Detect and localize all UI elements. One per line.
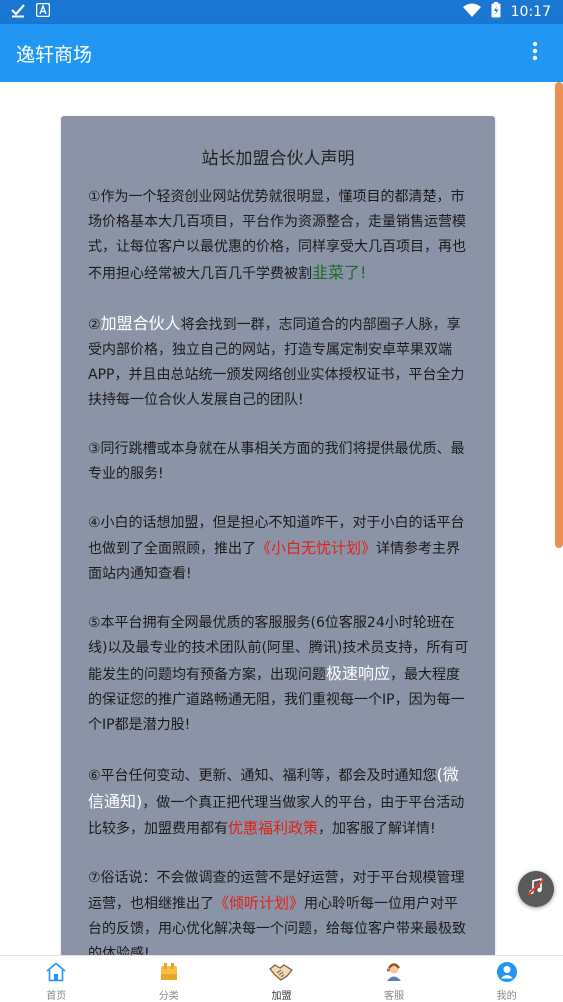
highlight-text: 《小白无忧计划》 [256, 539, 377, 557]
nav-label-service: 客服 [384, 991, 405, 1002]
card-body: ①作为一个轻资创业网站优势就很明显，懂项目的都清楚，市场价格基本大几百项目，平台… [61, 169, 495, 955]
statement-card: 站长加盟合伙人声明 ①作为一个轻资创业网站优势就很明显，懂项目的都清楚，市场价格… [61, 116, 495, 955]
nav-label-category: 分类 [158, 991, 179, 1002]
status-left [0, 2, 51, 22]
app-notification-icon [35, 2, 51, 21]
bottom-nav: 首页 分类 加盟 客服 我的 [0, 955, 563, 1002]
statement-paragraph: ⑤本平台拥有全网最优质的客服服务(6位客服24小时轮班在线)以及最专业的技术团队… [88, 611, 469, 738]
status-bar: 10:17 [0, 0, 563, 24]
home-icon [44, 961, 68, 983]
nav-label-join: 加盟 [271, 991, 292, 1002]
handshake-icon [269, 961, 294, 983]
nav-tab-join[interactable]: 加盟 [225, 956, 338, 1002]
status-time: 10:17 [510, 4, 551, 20]
paragraph-text: ③同行跳槽或本身就在从事相关方面的我们将提供最优质、最专业的服务! [88, 441, 465, 482]
customer-service-icon [382, 961, 406, 983]
app-bar: 逸轩商场 [0, 24, 563, 82]
music-off-icon [525, 876, 547, 902]
paragraph-text: ② [88, 317, 101, 333]
highlight-text: 《倾听计划》 [214, 894, 305, 912]
app-title: 逸轩商场 [16, 43, 93, 66]
more-vert-icon [532, 41, 538, 65]
highlight-text: 韭菜了! [312, 263, 367, 282]
person-icon [495, 961, 519, 983]
highlight-text: 优惠福利政策 [228, 819, 319, 837]
statement-paragraph: ③同行跳槽或本身就在从事相关方面的我们将提供最优质、最专业的服务! [88, 437, 469, 487]
nav-tab-service[interactable]: 客服 [338, 956, 451, 1002]
paragraph-text: ，加客服了解详情! [318, 821, 436, 837]
statement-paragraph: ②加盟合伙人将会找到一群，志同道合的内部圈子人脉，享受内部价格，独立自己的网站，… [88, 311, 469, 413]
statement-paragraph: ⑦俗话说：不会做调查的运营不是好运营，对于平台规模管理运营，也相继推出了《倾听计… [88, 866, 469, 955]
floating-music-button[interactable] [518, 871, 554, 907]
highlight-text: 加盟合伙人 [100, 314, 181, 333]
battery-icon [491, 2, 501, 22]
overflow-menu-button[interactable] [513, 31, 557, 75]
card-title: 站长加盟合伙人声明 [201, 149, 355, 169]
nav-label-home: 首页 [46, 991, 67, 1002]
scrollbar[interactable] [555, 82, 563, 548]
paragraph-text: ①作为一个轻资创业网站优势就很明显，懂项目的都清楚，市场价格基本大几百项目，平台… [88, 189, 466, 282]
status-right: 10:17 [462, 2, 563, 22]
highlight-text: 极速响应 [326, 664, 391, 683]
nav-tab-home[interactable]: 首页 [0, 956, 113, 1002]
main-content[interactable]: 站长加盟合伙人声明 ①作为一个轻资创业网站优势就很明显，懂项目的都清楚，市场价格… [0, 82, 563, 955]
statement-paragraph: ①作为一个轻资创业网站优势就很明显，懂项目的都清楚，市场价格基本大几百项目，平台… [88, 185, 469, 287]
wifi-icon [462, 3, 481, 21]
category-icon [157, 961, 181, 983]
nav-label-mine: 我的 [496, 991, 517, 1002]
statement-paragraph: ④小白的话想加盟，但是担心不知道咋干，对于小白的话平台也做到了全面照顾，推出了《… [88, 511, 469, 587]
nav-tab-category[interactable]: 分类 [113, 956, 226, 1002]
paragraph-text: ⑥平台任何变动、更新、通知、福利等，都会及时通知您 [88, 768, 437, 784]
nav-tab-mine[interactable]: 我的 [450, 956, 563, 1002]
statement-paragraph: ⑥平台任何变动、更新、通知、福利等，都会及时通知您(微信通知)，做一个真正把代理… [88, 762, 469, 842]
download-done-icon [10, 2, 26, 22]
